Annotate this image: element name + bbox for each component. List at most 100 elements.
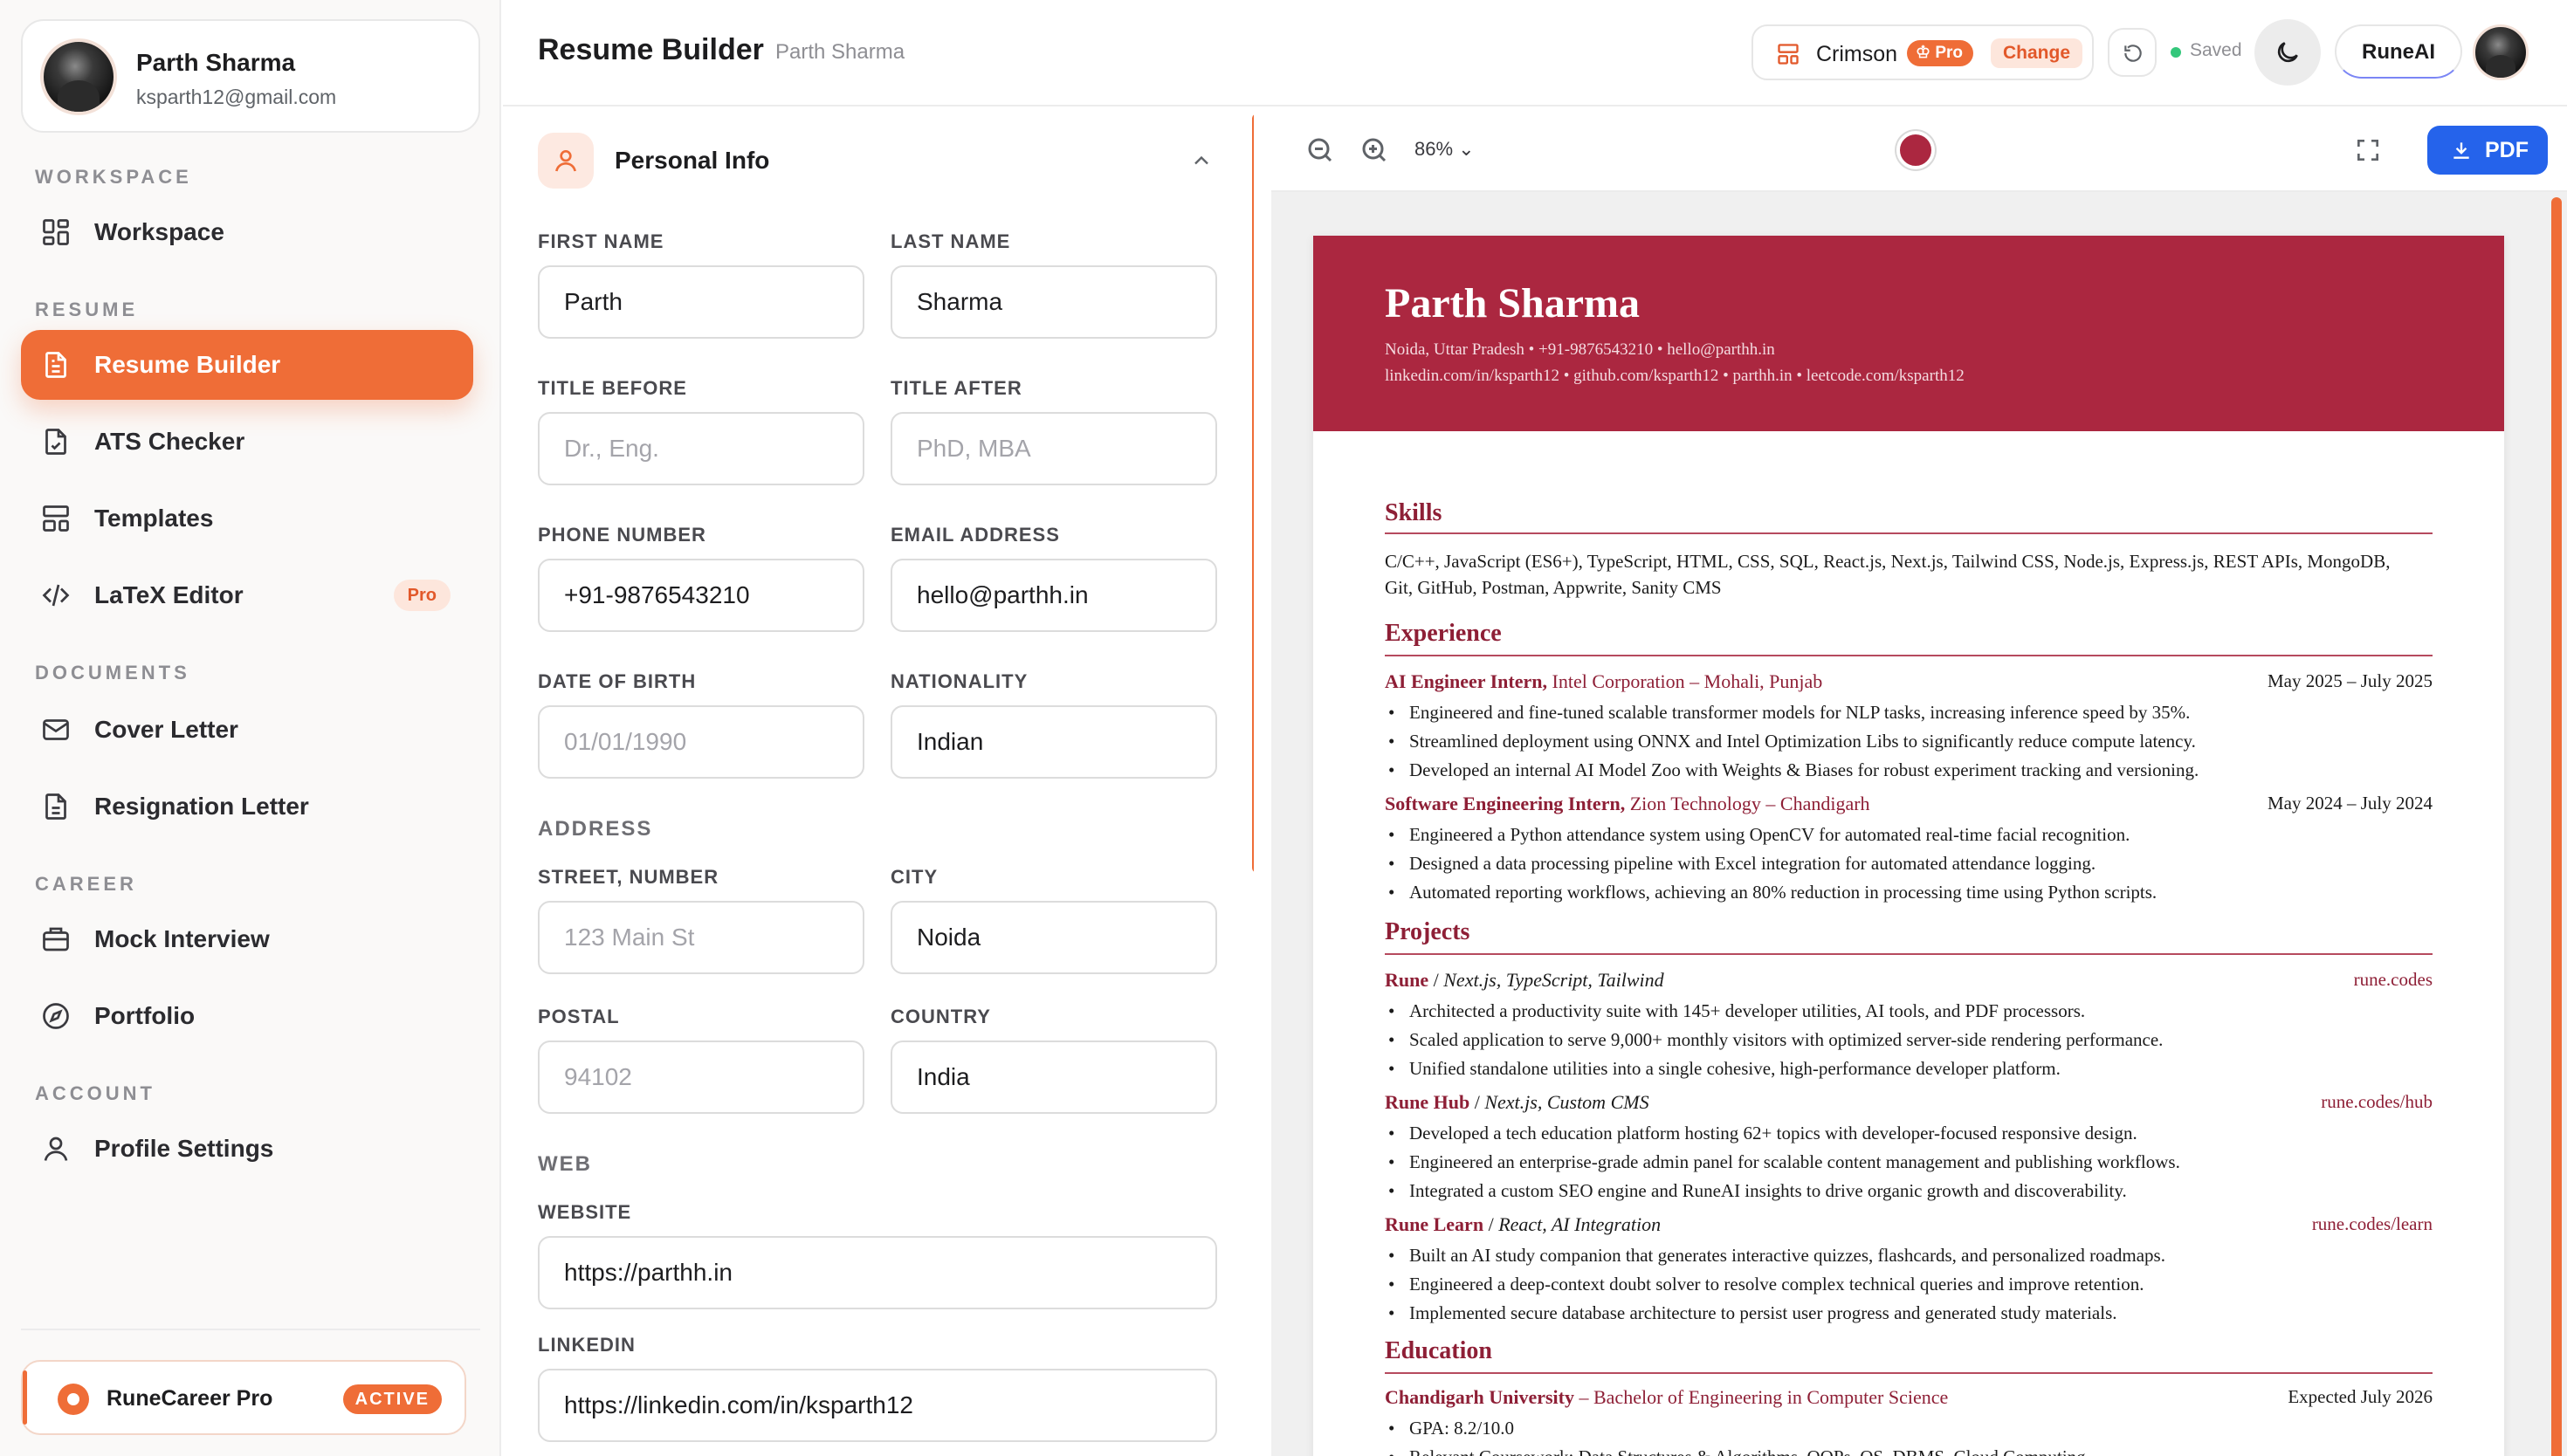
phone-input[interactable] [538,559,864,632]
project-bullets: Built an AI study companion that generat… [1388,1241,2440,1328]
city-input[interactable] [891,901,1217,974]
section-rule [1385,532,2433,534]
pro-badge: Pro [393,580,451,611]
sidebar-item-label: LaTeX Editor [94,581,244,608]
theme-toggle-button[interactable] [2254,19,2321,86]
pro-chip: ♔ Pro [1907,40,1973,66]
personal-info-form: Personal Info FIRST NAME LAST NAME TITLE… [503,108,1254,1456]
form-scrollbar[interactable] [1252,113,1254,873]
sidebar-item-latex-editor[interactable]: LaTeX Editor Pro [21,560,473,630]
email-input[interactable] [891,559,1217,632]
list-item: Engineered and fine-tuned scalable trans… [1388,698,2440,727]
moon-icon [2277,42,2298,63]
sidebar-item-profile-settings[interactable]: Profile Settings [21,1114,473,1184]
fullscreen-icon[interactable] [2354,136,2382,164]
zoom-level-select[interactable]: 86% ⌄ [1414,138,1475,161]
last-name-input[interactable] [891,265,1217,339]
code-icon [42,584,70,607]
preview-toolbar: 86% ⌄ PDF [1271,108,2567,192]
zoom-out-icon[interactable] [1304,134,1336,166]
section-account: ACCOUNT [35,1082,155,1104]
sidebar-item-portfolio[interactable]: Portfolio [21,981,473,1051]
header-avatar[interactable] [2473,24,2529,80]
skills-line: Git, GitHub, Postman, Appwrite, Sanity C… [1385,577,1722,598]
title-after-input[interactable] [891,412,1217,485]
project-link[interactable]: rune.codes/learn [2312,1213,2433,1235]
undo-icon [2124,45,2142,62]
page-title: Resume Builder [538,33,764,66]
project-stack: React, AI Integration [1498,1213,1662,1235]
sidebar-item-ats-checker[interactable]: ATS Checker [21,407,473,477]
job-title: Software Engineering Intern, Zion Techno… [1385,793,1870,815]
project-name: Rune Learn [1385,1213,1484,1235]
nationality-input[interactable] [891,705,1217,779]
education-heading: Education [1385,1337,1492,1364]
change-theme-button[interactable]: Change [1991,38,2083,68]
section-rule [1385,1372,2433,1374]
phone-label: PHONE NUMBER [538,524,706,546]
sidebar-item-cover-letter[interactable]: Cover Letter [21,695,473,765]
project-link[interactable]: rune.codes [2354,969,2433,991]
list-item: GPA: 8.2/10.0 [1388,1414,2440,1443]
postal-label: POSTAL [538,1006,620,1027]
sidebar-item-label: Profile Settings [94,1135,274,1162]
theme-selector[interactable]: Crimson ♔ Pro Change [1751,24,2094,80]
undo-button[interactable] [2108,28,2157,77]
runeai-label: RuneAI [2362,40,2435,64]
mail-icon [43,719,69,740]
runeai-button[interactable]: RuneAI [2335,24,2462,79]
sidebar-item-label: Templates [94,505,214,532]
postal-input[interactable] [538,1040,864,1114]
personal-info-icon [538,133,594,189]
title-before-label: TITLE BEFORE [538,377,687,399]
pro-chip-label: Pro [1935,44,1963,62]
dob-input[interactable] [538,705,864,779]
website-input[interactable] [538,1236,1217,1309]
title-before-input[interactable] [538,412,864,485]
user-name: Parth Sharma [136,49,296,76]
accent-color-picker[interactable] [1896,131,1935,169]
download-icon [2453,142,2469,159]
sidebar-item-mock-interview[interactable]: Mock Interview [21,904,473,974]
saved-status: Saved [2190,40,2242,60]
preview-scrollbar[interactable] [2551,197,2562,1456]
country-input[interactable] [891,1040,1217,1114]
file-check-icon [45,429,66,455]
zoom-in-icon[interactable] [1359,134,1390,166]
sidebar-item-templates[interactable]: Templates [21,484,473,553]
first-name-input[interactable] [538,265,864,339]
project-link[interactable]: rune.codes/hub [2321,1091,2433,1113]
project-bullets: Architected a productivity suite with 14… [1388,997,2440,1083]
list-item: Automated reporting workflows, achieving… [1388,878,2440,907]
chevron-up-icon[interactable] [1189,148,1214,173]
page-subtitle: Parth Sharma [775,40,905,64]
sidebar-item-workspace[interactable]: Workspace [21,197,473,267]
city-label: CITY [891,866,939,888]
sidebar-item-resume-builder[interactable]: Resume Builder [21,330,473,400]
crown-icon: ♔ [1916,44,1936,62]
education-bullets: GPA: 8.2/10.0 Relevant Coursework: Data … [1388,1414,2440,1456]
layout-icon [43,505,69,532]
sidebar-item-resignation-letter[interactable]: Resignation Letter [21,772,473,841]
project-name: Rune Hub [1385,1091,1470,1113]
section-workspace: WORKSPACE [35,166,192,188]
street-input[interactable] [538,901,864,974]
linkedin-input[interactable] [538,1369,1217,1442]
saved-status-dot [2171,47,2181,58]
job-bullets: Engineered and fine-tuned scalable trans… [1388,698,2440,785]
resume-header: Parth Sharma Noida, Uttar Pradesh • +91-… [1313,236,2504,431]
sidebar-item-label: Cover Letter [94,716,238,743]
experience-heading: Experience [1385,620,1502,647]
user-card[interactable]: Parth Sharma ksparth12@gmail.com [21,19,480,133]
job-org: Intel Corporation – Mohali, Punjab [1552,670,1823,692]
list-item: Integrated a custom SEO engine and RuneA… [1388,1177,2440,1205]
school-name: Chandigarh University [1385,1386,1574,1408]
country-label: COUNTRY [891,1006,991,1027]
zoom-level: 86% [1414,138,1454,160]
list-item: Unified standalone utilities into a sing… [1388,1054,2440,1083]
project-bullets: Developed a tech education platform host… [1388,1119,2440,1205]
pro-plan-card[interactable]: RuneCareer Pro ACTIVE [21,1360,466,1435]
briefcase-icon [43,927,69,951]
resume-contact-line: Noida, Uttar Pradesh • +91-9876543210 • … [1385,340,1775,359]
download-pdf-button[interactable]: PDF [2427,126,2548,175]
